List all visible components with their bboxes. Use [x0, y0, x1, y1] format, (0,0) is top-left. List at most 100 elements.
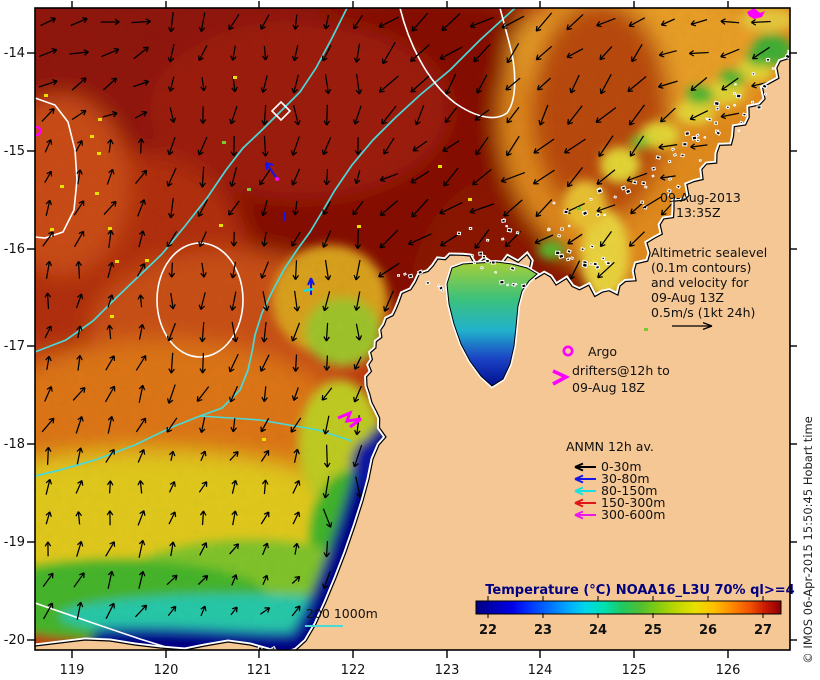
island-speck	[737, 129, 741, 132]
island-speck	[604, 260, 608, 264]
ocean-sst-field	[35, 8, 790, 650]
y-axis-label: -14	[4, 46, 25, 61]
x-axis-label: 125	[622, 663, 647, 678]
island-speck	[515, 230, 520, 235]
island-speck	[771, 67, 775, 70]
quality-speck	[110, 315, 114, 318]
island-speck	[397, 274, 401, 277]
altimetric-note-line2: (0.1m contours)	[651, 260, 751, 275]
island-speck	[682, 142, 688, 147]
island-speck	[651, 166, 656, 171]
quality-speck	[468, 198, 472, 201]
island-speck	[501, 218, 507, 224]
island-speck	[606, 261, 611, 266]
island-speck	[684, 131, 691, 136]
island-speck	[490, 260, 496, 265]
island-speck	[732, 91, 737, 95]
island-speck	[596, 187, 603, 194]
island-speck	[521, 283, 527, 289]
quality-speck	[44, 94, 48, 97]
island-speck	[456, 231, 462, 236]
x-axis-label: 126	[716, 663, 741, 678]
island-speck	[481, 254, 487, 259]
island-speck	[565, 257, 571, 262]
y-axis-label: -15	[4, 144, 25, 159]
island-speck	[501, 237, 505, 241]
island-speck	[479, 266, 484, 270]
quality-speck	[262, 438, 266, 441]
island-speck	[485, 238, 490, 242]
colorbar-title: Temperature (°C) NOAA16_L3U 70% ql>=4	[485, 583, 794, 598]
island-speck	[437, 284, 441, 288]
island-speck	[505, 224, 509, 228]
altimetric-note-line5: 0.5m/s (1kt 24h)	[651, 305, 755, 320]
quality-speck	[357, 225, 361, 228]
x-axis-label: 121	[247, 663, 272, 678]
island-speck	[570, 256, 575, 261]
island-speck	[705, 117, 709, 121]
island-speck	[756, 105, 762, 110]
island-speck	[741, 112, 747, 117]
x-axis-label: 123	[435, 663, 460, 678]
sst-map-canvas: 09-Aug-2013 13:35Z Altimetric sealevel (…	[4, 1, 815, 678]
altimetric-note-line1: Altimetric sealevel	[651, 245, 767, 260]
island-speck	[509, 265, 516, 271]
timestamp-date: 09-Aug-2013	[660, 190, 741, 205]
island-speck	[595, 212, 601, 218]
colorbar-tick-label: 26	[699, 623, 717, 638]
colorbar-tick-label: 22	[479, 623, 497, 638]
x-axis-label: 119	[60, 663, 85, 678]
altimetric-note-line3: and velocity for	[651, 275, 749, 290]
island-speck	[407, 273, 414, 279]
island-speck	[589, 198, 593, 201]
island-speck	[567, 224, 571, 228]
island-speck	[555, 250, 561, 256]
drifters-label-line1: drifters@12h to	[572, 363, 670, 378]
island-speck	[470, 253, 475, 258]
island-speck	[603, 213, 606, 217]
island-speck	[632, 180, 638, 185]
quality-speck	[233, 76, 237, 79]
anmn-title: ANMN 12h av.	[566, 439, 654, 454]
quality-speck	[97, 152, 101, 155]
island-speck	[761, 83, 768, 90]
island-speck	[472, 261, 476, 265]
island-speck	[725, 105, 731, 110]
island-speck	[478, 251, 484, 256]
quality-speck	[50, 228, 54, 231]
copyright-text: © IMOS 06-Apr-2015 15:50:45 Hobart time	[801, 416, 815, 663]
island-speck	[403, 272, 407, 276]
island-speck	[739, 120, 744, 125]
island-speck	[714, 121, 718, 125]
island-speck	[557, 233, 562, 238]
timestamp-time: 13:35Z	[676, 205, 721, 220]
island-speck	[763, 92, 767, 96]
island-speck	[581, 262, 589, 269]
island-speck	[566, 248, 572, 254]
island-speck	[713, 100, 720, 107]
island-speck	[499, 279, 505, 285]
island-speck	[592, 261, 598, 267]
island-speck	[552, 201, 556, 205]
altimetric-note-line4: 09-Aug 13Z	[651, 290, 724, 305]
island-speck	[589, 244, 595, 249]
mooring-dot-icon	[275, 177, 279, 181]
y-axis-label: -16	[4, 242, 25, 257]
island-speck	[695, 133, 700, 138]
island-speck	[698, 159, 702, 162]
island-speck	[732, 103, 737, 107]
quality-speck	[60, 185, 64, 188]
x-axis-label: 122	[341, 663, 366, 678]
island-speck	[601, 256, 606, 261]
y-axis-label: -19	[4, 535, 25, 550]
island-speck	[494, 270, 498, 274]
x-axis-label: 120	[154, 663, 179, 678]
island-speck	[668, 177, 673, 181]
island-speck	[425, 280, 431, 286]
anmn-depth-label: 300-600m	[601, 507, 665, 522]
quality-speck	[95, 192, 99, 195]
island-speck	[765, 58, 771, 62]
island-speck	[641, 181, 647, 186]
quality-speck	[644, 328, 648, 331]
island-speck	[511, 282, 516, 288]
